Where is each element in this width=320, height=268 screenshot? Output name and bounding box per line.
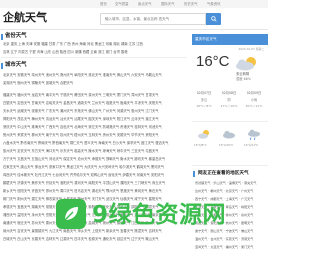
city-links-row[interactable]: 新乡天气 信阳天气 许昌天气 郑州天气 周口天气 驻马店天气 湖北天气 鄂州天气…: [3, 189, 186, 193]
city-links-row[interactable]: 万宁天气 文昌天气 五指山天气 河北天气 保定天气 沧州天气 承德天气 邯郸天气…: [3, 157, 186, 161]
top-nav-bar: 首页 空气质量 景点天气 国际天气 历史天气 气象资讯: [0, 0, 268, 8]
right-column: 重庆市区天气 2023-02-07 星期二 16°C 多云转阴 湿度 66% 0…: [192, 31, 268, 268]
hot-title-bar: [193, 171, 195, 177]
current-temperature: 16°C: [196, 53, 230, 70]
light-rain-icon: [248, 129, 260, 141]
city-links-row[interactable]: 白银天气 定西天气 甘南天气 嘉峪关天气 金昌天气 酒泉天气 兰州天气 临夏天气…: [3, 101, 186, 105]
forecast-weather: 阴: [227, 98, 231, 103]
forecast-date: 02月07日: [196, 91, 212, 95]
city-title-bar: [1, 63, 3, 69]
search-input[interactable]: [100, 13, 206, 25]
hot-city-row[interactable]: 景德镇天气 · 乐山天气 · 淄博天气 · 南充天气: [195, 181, 268, 185]
watermark-logo-icon: [56, 199, 86, 229]
hot-section-title: 网友正在查看的地区天气: [198, 171, 249, 176]
forecast-day[interactable]: 02月07日 多云 16°C / 8°C: [194, 91, 214, 109]
current-condition: 多云转阴: [236, 72, 250, 76]
forecast-date: 02月08日: [221, 91, 237, 95]
header-divider: [0, 29, 268, 30]
forecast-weather: 多云: [200, 98, 208, 103]
nav-scenic-weather[interactable]: 景点天气: [138, 2, 152, 7]
current-city-title[interactable]: 重庆市区天气: [195, 37, 217, 42]
cloudy-icon: [198, 130, 209, 139]
city-links-row[interactable]: 贺州天气 来宾天气 柳州天气 南宁天气 钦州天气 梧州天气 玉林天气 贵州天气 …: [3, 133, 186, 137]
city-links-row[interactable]: 肇庆天气 中山天气 珠海天气 广西天气 百色天气 北海天气 崇左天气 防城港天气…: [3, 125, 186, 129]
current-weather-header: 重庆市区天气: [192, 34, 268, 45]
nav-home[interactable]: 首页: [100, 2, 107, 7]
city-links-row[interactable]: 天水天气 武威天气 张掖天气 广东天气 潮州天气 东莞天气 佛山天气 广州天气 …: [3, 109, 186, 113]
city-links-row[interactable]: 白城天气 白山天气 长春天气 吉林天气 辽源天气 四平天气 松原天气 通化天气 …: [3, 237, 186, 241]
forecast-divider: [192, 121, 268, 122]
cloudy-icon: [236, 57, 256, 71]
province-links-row[interactable]: 吉林 辽宁 内蒙古 宁夏 青海 山东 山西 陕西 四川 新疆 西藏 云南 浙江 …: [3, 50, 186, 54]
left-column: 省份天气 北京 重庆 上海 天津 安徽 福建 甘肃 广东 广西 贵州 海南 河北…: [0, 31, 188, 268]
city-links-row[interactable]: 石家庄天气 唐山天气 邢台天气 张家口天气 黑龙江天气 大庆天气 大兴安岭天气 …: [3, 165, 186, 169]
nav-international-weather[interactable]: 国际天气: [161, 2, 175, 7]
nav-history-weather[interactable]: 历史天气: [184, 2, 198, 7]
trend-temp: 15°C/8°C: [194, 143, 207, 147]
watermark: 9绿色资源网: [56, 199, 226, 229]
city-links-row[interactable]: 鹤壁天气 济源天气 焦作天气 开封天气 洛阳天气 漯河天气 南阳天气 平顶山天气…: [3, 181, 186, 185]
hot-city-row[interactable]: 达州天气 · 郴州天气 · 北京天气 · 广州天气: [195, 189, 268, 193]
hot-city-row[interactable]: 温州天气 · 台州天气 · 东莞天气 · 济南天气: [195, 237, 268, 241]
hot-divider: [192, 165, 268, 166]
search-button[interactable]: [206, 13, 221, 25]
nav-weather-news[interactable]: 气象资讯: [207, 2, 221, 7]
forecast-temp: 16°C / 8°C: [196, 103, 212, 108]
forecast-weather: 小雨: [250, 98, 258, 103]
forecast-day[interactable]: 02月09日 小雨 15°C / 11°C: [244, 91, 264, 109]
city-links-row[interactable]: 北京天气 安徽天气 亳州天气 池州天气 滁州天气 阜阳天气 淮北天气 淮南天气 …: [3, 73, 186, 77]
city-links-row[interactable]: 福建天气 福州天气 龙岩天气 南平天气 宁德天气 莆田天气 泉州天气 三明天气 …: [3, 93, 186, 97]
province-links-row[interactable]: 北京 重庆 上海 天津 安徽 福建 甘肃 广东 广西 贵州 海南 河北 黑龙江 …: [3, 42, 186, 46]
province-title-bar: [1, 34, 3, 40]
current-humidity: 湿度 66%: [236, 77, 251, 81]
forecast-date: 02月09日: [246, 91, 262, 95]
watermark-text: 9绿色资源网: [92, 202, 227, 228]
city-section-title: 城市天气: [5, 62, 27, 68]
nav-air-quality[interactable]: 空气质量: [115, 2, 129, 7]
overcast-icon: [223, 130, 235, 139]
forecast-temp: 15°C / 11°C: [245, 103, 263, 108]
search-icon: [210, 16, 217, 22]
site-logo[interactable]: 企航天气: [3, 11, 47, 27]
city-links-row[interactable]: 六盘水天气 黔东南天气 黔南天气 黔西南天气 铜仁天气 遵义天气 海南天气 白沙…: [3, 141, 186, 145]
section-divider: [1, 57, 187, 58]
province-section-title: 省份天气: [5, 33, 27, 39]
trend-temp: 15°C/10°C: [219, 143, 234, 147]
forecast-day[interactable]: 02月08日 阴 17°C / 10°C: [219, 91, 239, 109]
city-links-row[interactable]: 儋州天气 定安天气 东方天气 海口天气 乐东天气 临高天气 陵水天气 琼海天气 …: [3, 149, 186, 153]
trend-temp: 14°C/11°C: [244, 143, 259, 147]
city-links-row[interactable]: 鸡西天气 佳木斯天气 牡丹江天气 七台河天气 齐齐哈尔天气 双鸭山天气 绥化天气…: [3, 173, 186, 177]
city-links-row[interactable]: 芜湖天气 宿州天气 铜陵天气 宣城天气 合肥天气: [3, 81, 186, 85]
forecast-temp: 17°C / 10°C: [220, 103, 238, 108]
hot-city-row[interactable]: 宝鸡天气 · 大连天气 · 福州天气 · 厦门天气: [195, 245, 268, 249]
city-links-row[interactable]: 揭阳天气 茂名天气 梅州天气 清远天气 汕头天气 汕尾天气 韶关天气 深圳天气 …: [3, 117, 186, 121]
